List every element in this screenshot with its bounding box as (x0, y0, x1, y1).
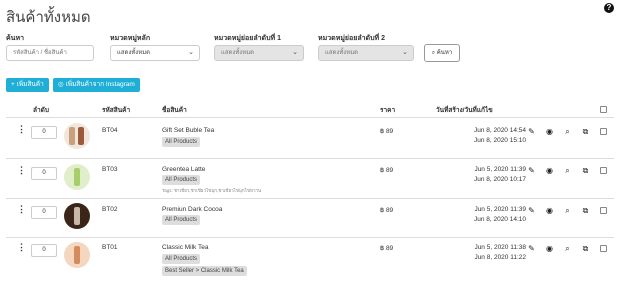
edit-icon[interactable]: ✎ (527, 244, 536, 253)
instagram-icon: ◎ (58, 81, 64, 88)
category-badge: All Products (162, 254, 201, 264)
plus-icon: + (11, 81, 15, 88)
order-input[interactable]: 0 (31, 167, 57, 180)
category-badge: All Products (162, 215, 201, 225)
search-button-label: ค้นหา (436, 50, 453, 56)
edit-icon[interactable]: ✎ (527, 166, 536, 175)
product-price: ฿ 89 (380, 128, 394, 135)
search-icon[interactable]: ⌕ (563, 166, 572, 175)
product-name[interactable]: Gift Set Buble Tea (162, 127, 214, 134)
main-category-select[interactable]: แสดงทั้งหมด ⌄ (110, 45, 200, 61)
edit-icon[interactable]: ✎ (527, 206, 536, 215)
product-code: BT04 (102, 127, 118, 134)
created-date: Jun 5, 2020 11:39 (474, 206, 526, 213)
row-checkbox[interactable] (600, 128, 607, 135)
order-input[interactable]: 0 (31, 244, 57, 257)
updated-date: Jun 8, 2020 10:17 (473, 176, 526, 183)
drag-handle-icon[interactable]: ⋮ (17, 124, 26, 135)
header-dates: วันที่สร้าง/วันที่แก้ไข (436, 107, 493, 114)
product-name[interactable]: Classic Milk Tea (162, 244, 208, 251)
sub1-category-select[interactable]: แสดงทั้งหมด ⌄ (214, 45, 304, 61)
copy-icon[interactable]: ⧉ (581, 244, 590, 253)
select-all-checkbox[interactable] (600, 106, 607, 113)
sub2-category-label: หมวดหมู่ย่อยลำดับที่ 2 (318, 35, 386, 42)
updated-date: Jun 8, 2020 14:10 (473, 216, 526, 223)
search-label: ค้นหา (6, 35, 25, 42)
category-badge: All Products (162, 175, 201, 185)
order-input[interactable]: 0 (31, 126, 57, 139)
sub2-category-value: แสดงทั้งหมด (325, 50, 359, 56)
header-price: ราคา (380, 107, 396, 114)
add-product-label: เพิ่มสินค้า (16, 81, 44, 88)
add-from-instagram-label: เพิ่มสินค้าจาก Instagram (65, 81, 135, 88)
product-code: BT01 (102, 244, 118, 251)
product-image (64, 242, 90, 268)
help-icon[interactable]: ? (604, 3, 614, 13)
created-date: Jun 5, 2020 11:38 (474, 244, 526, 251)
product-image (64, 123, 90, 149)
eye-icon[interactable]: ◉ (545, 206, 554, 215)
row-checkbox[interactable] (600, 207, 607, 214)
header-order: ลำดับ (33, 107, 49, 114)
row-checkbox[interactable] (600, 245, 607, 252)
category-badge: Best Seller > Classic Milk Tea (162, 266, 247, 276)
eye-icon[interactable]: ◉ (545, 166, 554, 175)
chevron-down-icon: ⌄ (292, 49, 298, 56)
page-title: สินค้าทั้งหมด (6, 9, 91, 26)
main-category-value: แสดงทั้งหมด (117, 50, 151, 56)
table-row: ⋮ 0 BT04 Gift Set Buble Tea All Products… (0, 118, 620, 158)
table-row: ⋮ 0 BT01 Classic Milk Tea All Products B… (0, 238, 620, 288)
search-input[interactable] (6, 45, 94, 61)
drag-handle-icon[interactable]: ⋮ (17, 204, 26, 215)
product-image (64, 203, 90, 229)
eye-icon[interactable]: ◉ (545, 127, 554, 136)
product-price: ฿ 89 (380, 245, 394, 252)
chevron-down-icon: ⌄ (188, 49, 194, 56)
table-row: ⋮ 0 BT03 Greentea Latte All Products Tag… (0, 159, 620, 199)
updated-date: Jun 8, 2020 11:22 (474, 254, 526, 261)
sub1-category-label: หมวดหมู่ย่อยลำดับที่ 1 (214, 35, 282, 42)
search-icon[interactable]: ⌕ (563, 244, 572, 253)
add-from-instagram-button[interactable]: ◎ เพิ่มสินค้าจาก Instagram (53, 78, 140, 92)
drag-handle-icon[interactable]: ⋮ (17, 165, 26, 176)
add-product-button[interactable]: + เพิ่มสินค้า (6, 78, 49, 92)
sub2-category-select[interactable]: แสดงทั้งหมด ⌄ (318, 45, 414, 61)
header-code: รหัสสินค้า (102, 107, 131, 114)
product-name[interactable]: Premiun Dark Cocoa (162, 206, 222, 213)
header-name: ชื่อสินค้า (162, 107, 187, 114)
product-code: BT02 (102, 206, 118, 213)
eye-icon[interactable]: ◉ (545, 244, 554, 253)
category-badge: All Products (162, 137, 201, 147)
table-row: ⋮ 0 BT02 Premiun Dark Cocoa All Products… (0, 199, 620, 237)
product-tags: Tags: ชาเขียว,ชาเขียวไข่มุก,ชาเขียวไข่มุ… (162, 188, 262, 193)
product-name[interactable]: Greentea Latte (162, 166, 205, 173)
order-input[interactable]: 0 (31, 206, 57, 219)
row-checkbox[interactable] (600, 167, 607, 174)
search-button[interactable]: ⌕ ค้นหา (424, 44, 460, 62)
product-code: BT03 (102, 166, 118, 173)
created-date: Jun 8, 2020 14:54 (473, 127, 526, 134)
created-date: Jun 5, 2020 11:39 (474, 166, 526, 173)
product-price: ฿ 89 (380, 167, 394, 174)
copy-icon[interactable]: ⧉ (581, 206, 590, 215)
drag-handle-icon[interactable]: ⋮ (17, 242, 26, 253)
search-icon: ⌕ (431, 50, 436, 56)
search-icon[interactable]: ⌕ (563, 127, 572, 136)
chevron-down-icon: ⌄ (402, 49, 408, 56)
product-price: ฿ 89 (380, 207, 394, 214)
product-image (64, 164, 90, 190)
sub1-category-value: แสดงทั้งหมด (221, 50, 255, 56)
search-icon[interactable]: ⌕ (563, 206, 572, 215)
main-category-label: หมวดหมู่หลัก (110, 35, 151, 42)
edit-icon[interactable]: ✎ (527, 127, 536, 136)
copy-icon[interactable]: ⧉ (581, 127, 590, 136)
copy-icon[interactable]: ⧉ (581, 166, 590, 175)
updated-date: Jun 8, 2020 15:10 (473, 137, 526, 144)
